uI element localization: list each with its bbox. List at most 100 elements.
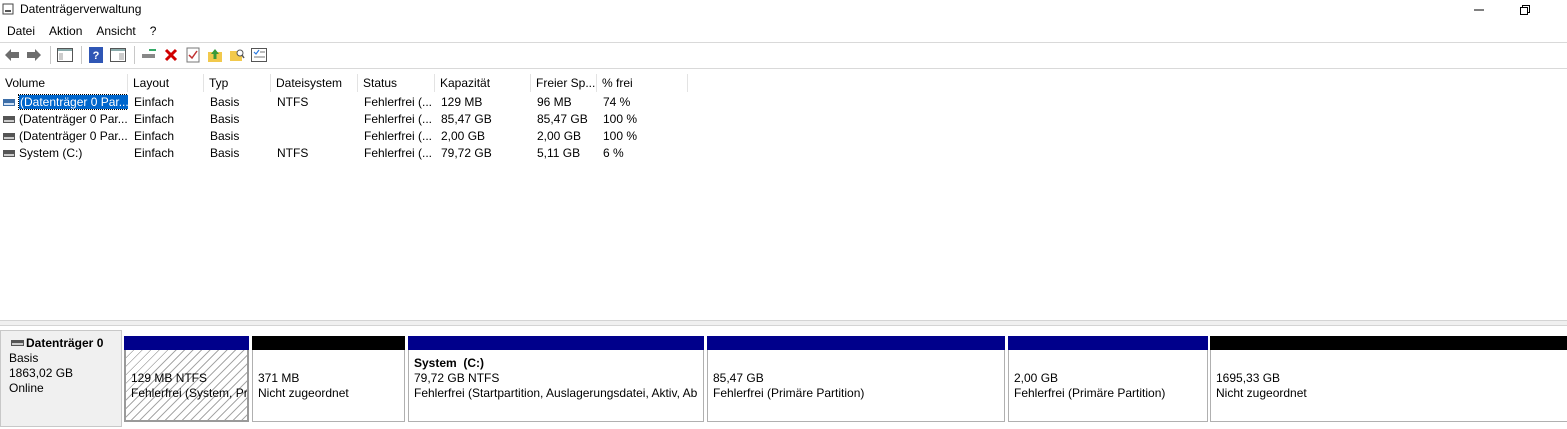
freier-speicher-cell: 85,47 GB <box>537 112 588 126</box>
dateisystem-cell: NTFS <box>277 95 309 109</box>
partition-bar <box>252 336 405 350</box>
volume-list-header: Volume Layout Typ Dateisystem Status Kap… <box>0 74 1567 92</box>
volume-row[interactable]: (Datenträger 0 Par... Einfach Basis Fehl… <box>0 111 1567 128</box>
partition-block[interactable]: 2,00 GB Fehlerfrei (Primäre Partition) <box>1008 336 1208 422</box>
window-title: Datenträgerverwaltung <box>20 2 142 16</box>
status-cell: Fehlerfrei (... <box>364 129 433 143</box>
disk-icon <box>11 340 24 346</box>
toolbar-separator-line <box>0 68 1567 69</box>
svg-text:?: ? <box>93 50 100 62</box>
partition-block[interactable]: 1695,33 GB Nicht zugeordnet <box>1210 336 1567 422</box>
toolbar-separator <box>81 46 82 64</box>
kapazitaet-cell: 2,00 GB <box>441 129 486 143</box>
kapazitaet-cell: 85,47 GB <box>441 112 492 126</box>
connect-disk-button[interactable] <box>139 45 159 65</box>
disk-label-panel[interactable]: Datenträger 0 Basis 1863,02 GB Online <box>0 330 122 427</box>
back-button[interactable] <box>2 45 22 65</box>
menu-bar: Datei Aktion Ansicht ? <box>0 21 1567 41</box>
volume-row[interactable]: System (C:) Einfach Basis NTFS Fehlerfre… <box>0 145 1567 162</box>
freier-speicher-cell: 2,00 GB <box>537 129 582 143</box>
prozent-frei-cell: 74 % <box>603 95 631 109</box>
partition-size: 371 MB <box>258 371 300 385</box>
partition-bar <box>1210 336 1567 350</box>
title-bar: Datenträgerverwaltung <box>0 0 1567 20</box>
volume-name[interactable]: (Datenträger 0 Par... <box>0 111 128 128</box>
partition-block[interactable]: 129 MB NTFS Fehlerfrei (System, Pr <box>124 336 249 422</box>
partition-title: System (C:) <box>414 356 485 370</box>
partition-size: 79,72 GB NTFS <box>414 371 500 385</box>
toolbar-separator <box>134 46 135 64</box>
prozent-frei-cell: 100 % <box>603 129 638 143</box>
disk-type: Basis <box>9 351 39 365</box>
freier-speicher-cell: 5,11 GB <box>537 146 581 160</box>
search-folder-button[interactable] <box>227 45 247 65</box>
prozent-frei-cell: 6 % <box>603 146 624 160</box>
minimize-button[interactable] <box>1456 0 1502 20</box>
forward-button[interactable] <box>24 45 44 65</box>
partition-size: 129 MB NTFS <box>131 371 208 385</box>
column-header-status[interactable]: Status <box>358 74 435 92</box>
partition-status: Fehlerfrei (Primäre Partition) <box>713 386 865 400</box>
open-folder-up-button[interactable] <box>205 45 225 65</box>
partition-bar <box>408 336 704 350</box>
status-cell: Fehlerfrei (... <box>364 112 433 126</box>
partition-size: 1695,33 GB <box>1216 371 1281 385</box>
volume-name[interactable]: (Datenträger 0 Par... <box>18 94 128 110</box>
column-header-freier-speicher[interactable]: Freier Sp... <box>531 74 597 92</box>
column-header-kapazitaet[interactable]: Kapazität <box>435 74 531 92</box>
forward-arrow-icon <box>27 49 41 61</box>
properties-pane-button[interactable] <box>108 45 128 65</box>
properties-pane-icon <box>110 48 126 62</box>
layout-cell: Einfach <box>134 112 175 126</box>
check-properties-icon <box>186 47 200 63</box>
open-folder-up-icon <box>208 49 222 62</box>
layout-cell: Einfach <box>134 95 175 109</box>
disk-size: 1863,02 GB <box>9 366 74 380</box>
delete-icon <box>164 48 178 62</box>
kapazitaet-cell: 129 MB <box>441 95 483 109</box>
prozent-frei-cell: 100 % <box>603 112 638 126</box>
partition-status: Nicht zugeordnet <box>258 386 349 400</box>
partition-bar <box>124 336 249 350</box>
settings-list-button[interactable] <box>249 45 269 65</box>
help-button[interactable]: ? <box>86 45 106 65</box>
delete-button[interactable] <box>161 45 181 65</box>
minimize-icon <box>1474 9 1484 11</box>
column-header-typ[interactable]: Typ <box>204 74 271 92</box>
menu-datei[interactable]: Datei <box>0 21 42 41</box>
check-properties-button[interactable] <box>183 45 203 65</box>
kapazitaet-cell: 79,72 GB <box>441 146 492 160</box>
menu-help[interactable]: ? <box>143 21 164 41</box>
partition-size: 85,47 GB <box>713 371 764 385</box>
volume-row[interactable]: (Datenträger 0 Par... Einfach Basis Fehl… <box>0 128 1567 145</box>
partition-status: Fehlerfrei (Startpartition, Auslagerungs… <box>414 386 698 400</box>
typ-cell: Basis <box>210 95 240 109</box>
volume-row[interactable]: (Datenträger 0 Par... Einfach Basis NTFS… <box>0 94 1567 111</box>
show-hide-tree-button[interactable] <box>55 45 75 65</box>
partition-block[interactable]: 371 MB Nicht zugeordnet <box>252 336 405 422</box>
status-cell: Fehlerfrei (... <box>364 146 433 160</box>
restore-button[interactable] <box>1502 0 1548 20</box>
column-header-dateisystem[interactable]: Dateisystem <box>271 74 358 92</box>
search-folder-icon <box>230 49 245 61</box>
volume-name[interactable]: System (C:) <box>0 145 128 162</box>
disk-graphical-view: Datenträger 0 Basis 1863,02 GB Online 12… <box>0 326 1567 429</box>
partition-block[interactable]: 85,47 GB Fehlerfrei (Primäre Partition) <box>707 336 1005 422</box>
volume-name[interactable]: (Datenträger 0 Par... <box>0 128 128 145</box>
layout-cell: Einfach <box>134 129 175 143</box>
menu-ansicht[interactable]: Ansicht <box>89 21 142 41</box>
volume-list[interactable]: Volume Layout Typ Dateisystem Status Kap… <box>0 74 1567 318</box>
menu-aktion[interactable]: Aktion <box>42 21 89 41</box>
partition-status: Fehlerfrei (Primäre Partition) <box>1014 386 1166 400</box>
column-header-layout[interactable]: Layout <box>128 74 204 92</box>
partition-block[interactable]: System (C:) 79,72 GB NTFS Fehlerfrei (St… <box>408 336 704 422</box>
dateisystem-cell: NTFS <box>277 146 309 160</box>
freier-speicher-cell: 96 MB <box>537 95 572 109</box>
disk-management-app-icon <box>2 3 14 15</box>
column-header-volume[interactable]: Volume <box>0 74 128 92</box>
partition-size: 2,00 GB <box>1014 371 1059 385</box>
partition-bar <box>1008 336 1208 350</box>
show-hide-console-tree-icon <box>57 48 73 62</box>
column-header-prozent-frei[interactable]: % frei <box>597 74 688 92</box>
partition-status: Nicht zugeordnet <box>1216 386 1307 400</box>
